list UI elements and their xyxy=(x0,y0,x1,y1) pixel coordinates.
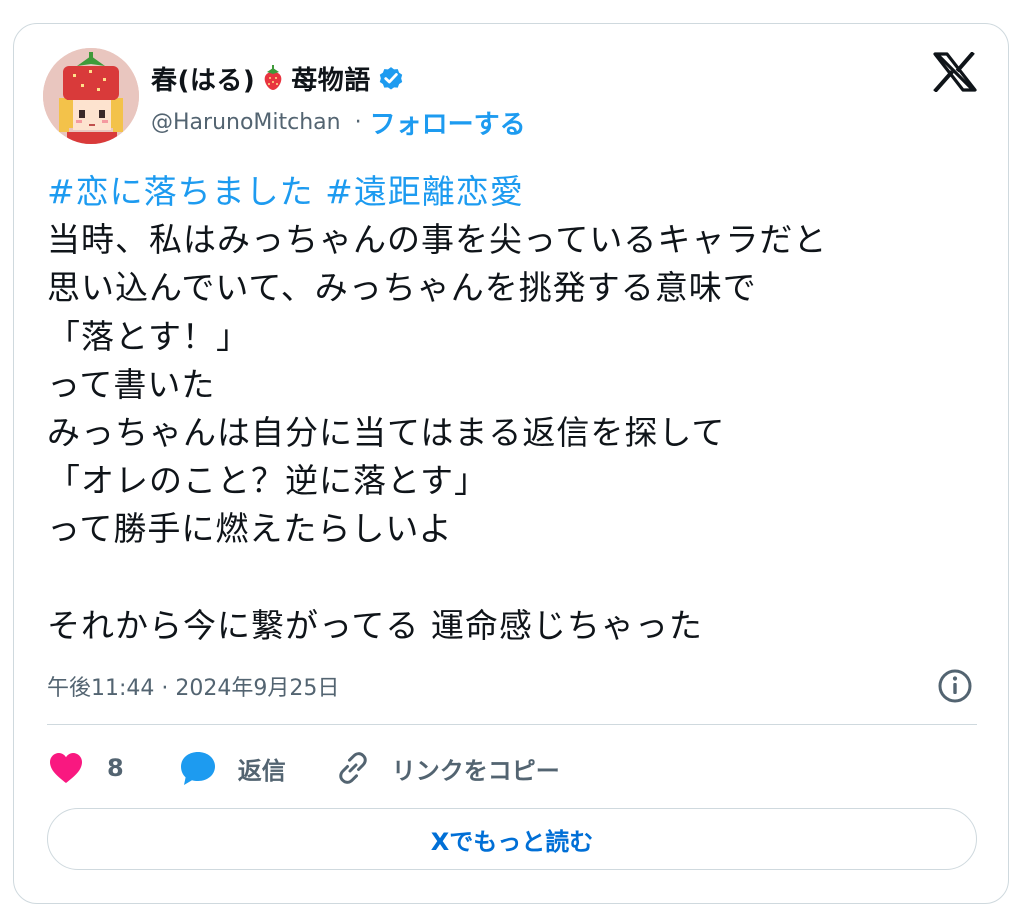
strawberry-icon xyxy=(264,65,282,90)
tweet-timestamp-row: 午後11:44 · 2024年9月25日 xyxy=(47,668,339,704)
author-name-row[interactable]: 春(はる) 苺物語 xyxy=(151,60,405,96)
tweet-body: 当時、私はみっちゃんの事を尖っているキャラだと 思い込んでいて、みっちゃんを挑発… xyxy=(47,220,828,645)
author-name-suffix[interactable]: 苺物語 xyxy=(291,60,371,97)
author-handle[interactable]: @HarunoMitchan xyxy=(151,110,341,135)
link-icon xyxy=(338,752,367,784)
avatar-image xyxy=(43,48,139,144)
x-logo-icon[interactable] xyxy=(933,52,977,92)
like-count: 8 xyxy=(107,754,124,782)
divider xyxy=(47,724,977,725)
reply-bubble-icon xyxy=(180,752,215,785)
avatar[interactable] xyxy=(43,48,139,144)
like-button[interactable]: 8 xyxy=(47,750,124,786)
tweet-timestamp[interactable]: 午後11:44 · 2024年9月25日 xyxy=(47,670,339,702)
reply-label: 返信 xyxy=(237,756,286,785)
follow-button[interactable]: フォローする xyxy=(370,104,526,141)
verified-badge-icon xyxy=(379,67,402,90)
author-handle-row: @HarunoMitchan · フォローする xyxy=(151,104,526,141)
hashtag-line: #恋に落ちました #遠距離恋愛 xyxy=(47,172,524,211)
hashtag-1[interactable]: #恋に落ちました xyxy=(47,172,314,211)
info-icon[interactable] xyxy=(937,668,973,704)
copy-link-label: リンクをコピー xyxy=(391,756,560,785)
copy-link-button[interactable]: リンクをコピー xyxy=(334,749,560,787)
reply-button[interactable]: 返信 xyxy=(178,749,286,787)
separator-dot: · xyxy=(354,109,362,135)
hashtag-2[interactable]: #遠距離恋愛 xyxy=(325,172,524,211)
read-more-button[interactable]: Xでもっと読む xyxy=(47,808,977,870)
heart-icon xyxy=(50,753,82,783)
tweet-text: #恋に落ちました #遠距離恋愛 当時、私はみっちゃんの事を尖っているキャラだと … xyxy=(47,168,987,650)
actions-bar: 8 返信 リンクをコピー xyxy=(47,746,560,790)
author-name[interactable]: 春(はる) xyxy=(151,60,255,97)
